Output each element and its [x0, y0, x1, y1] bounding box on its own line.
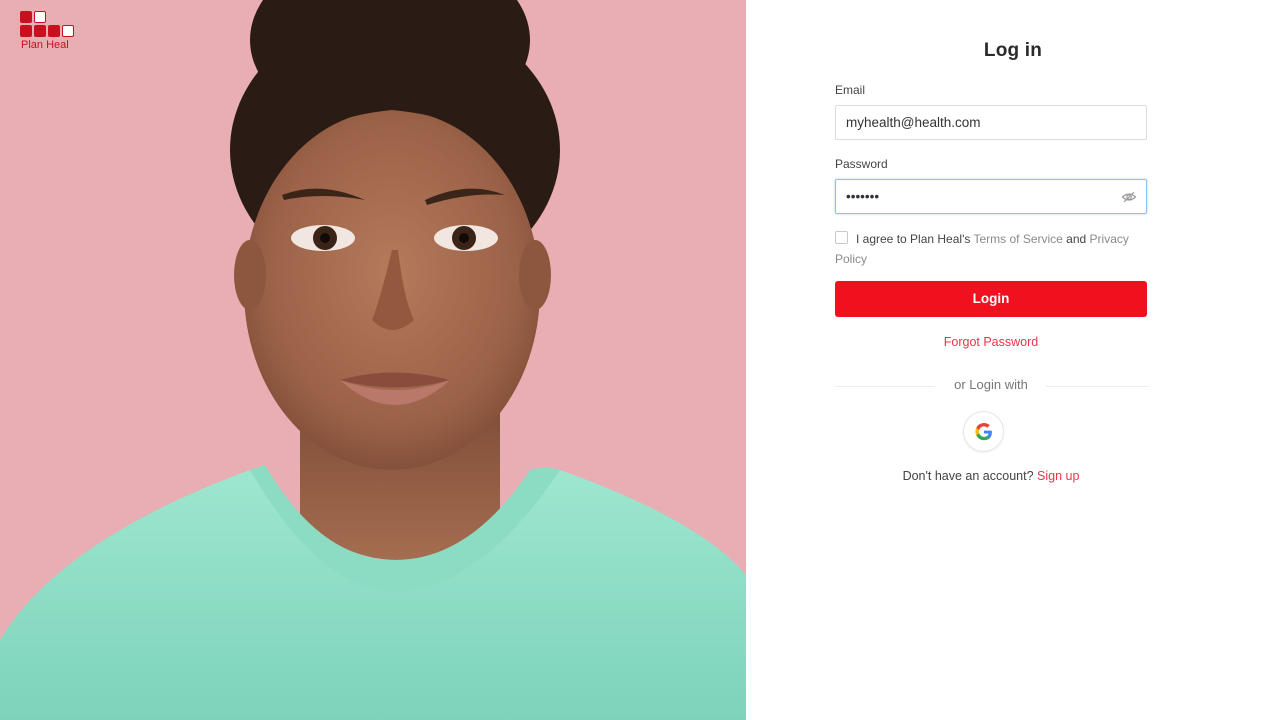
login-button[interactable]: Login	[835, 281, 1147, 317]
password-label: Password	[835, 157, 888, 171]
hero-image-panel: Plan Heal	[0, 0, 746, 720]
google-login-button[interactable]	[963, 411, 1004, 452]
agree-and-text: and	[1062, 232, 1090, 246]
signup-prompt: Don't have an account? Sign up	[746, 469, 1236, 483]
terms-agreement: I agree to Plan Heal's Terms of Service …	[835, 229, 1155, 269]
email-field[interactable]	[846, 106, 1136, 139]
email-field-container	[835, 105, 1147, 140]
hero-portrait-image	[0, 0, 746, 720]
eye-slash-icon[interactable]	[1121, 189, 1137, 205]
terms-text: I agree to Plan Heal's Terms of Service …	[835, 229, 1155, 269]
or-login-with-text: or Login with	[954, 377, 1028, 392]
agree-prefix-text: I agree to Plan Heal's	[856, 232, 974, 246]
divider-right	[1046, 386, 1149, 387]
login-panel: Log in Email Password I agree to Plan He…	[746, 0, 1280, 720]
email-label: Email	[835, 83, 866, 97]
brand-logo[interactable]: Plan Heal	[20, 11, 80, 53]
forgot-password-link[interactable]: Forgot Password	[746, 335, 1236, 349]
terms-of-service-link[interactable]: Terms of Service	[973, 232, 1062, 246]
google-icon	[975, 423, 992, 441]
password-field[interactable]	[846, 180, 1116, 213]
signup-link[interactable]: Sign up	[1037, 469, 1079, 483]
no-account-text: Don't have an account?	[902, 469, 1038, 483]
logo-text: Plan Heal	[21, 39, 69, 51]
terms-checkbox[interactable]	[835, 231, 848, 244]
password-field-container	[835, 179, 1147, 214]
page-title: Log in	[983, 40, 1043, 61]
